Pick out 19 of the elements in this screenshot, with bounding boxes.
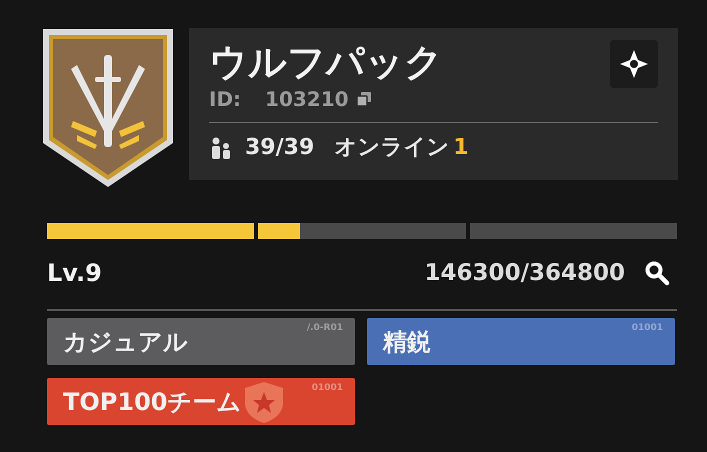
experience-reading: 146300/364800 [424,258,625,288]
search-icon [644,260,670,286]
copy-icon[interactable] [356,92,371,106]
tag-label: 精鋭 [383,326,431,358]
id-value: 103210 [265,86,349,113]
level-label: Lv.9 [47,258,102,289]
online-label: オンライン [334,134,450,162]
online-count: 1 [453,134,469,162]
tag-code: /.0-R01 [306,322,343,335]
clan-name: ウルフパック [209,39,443,86]
member-count: 39/39 [245,134,314,162]
tag-code: 01001 [312,382,343,395]
compass-icon [619,49,649,79]
tag-code: 01001 [632,322,663,335]
tag-label: TOP100チーム [63,386,242,418]
members-icon [209,136,233,158]
settings-button[interactable] [610,40,658,88]
tag-label: カジュアル [63,326,188,358]
id-label: ID: [209,86,242,113]
